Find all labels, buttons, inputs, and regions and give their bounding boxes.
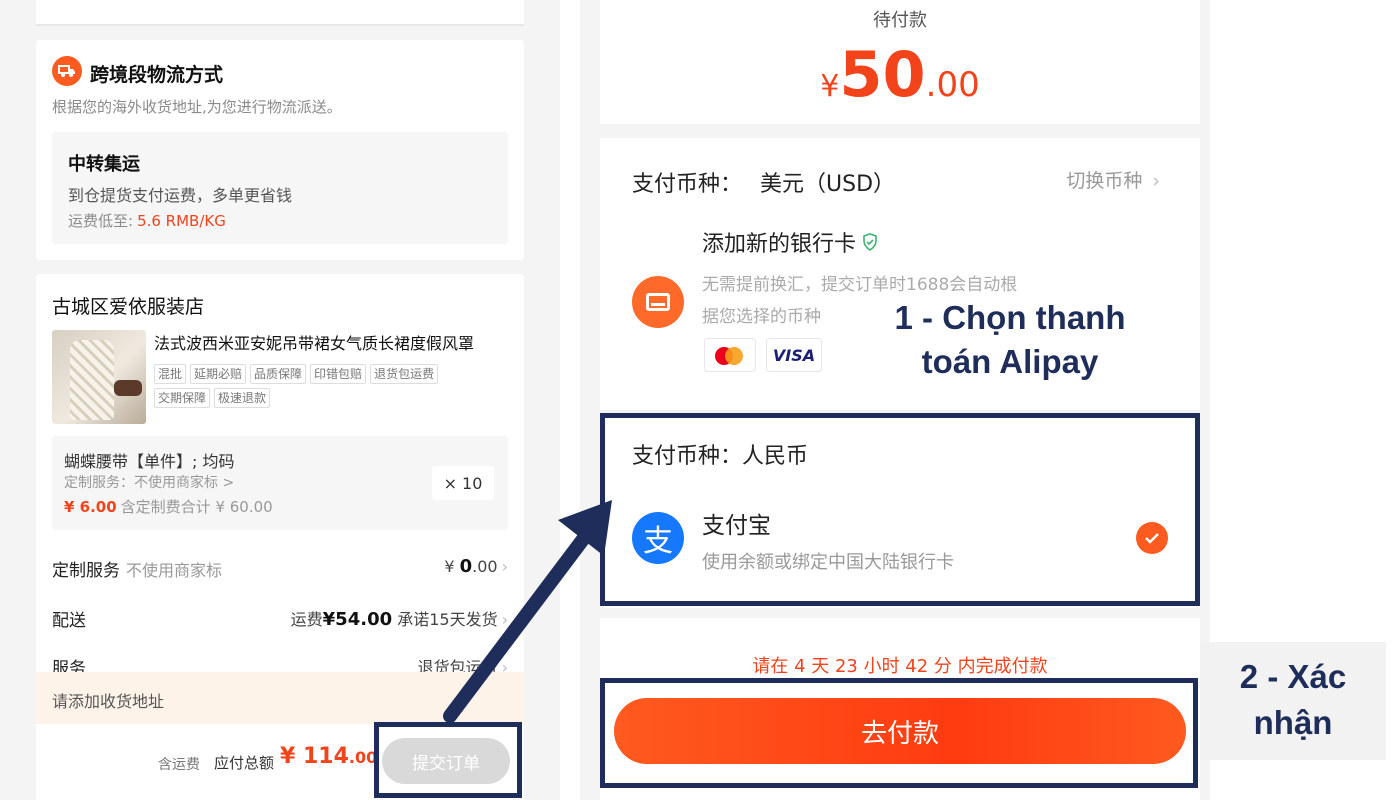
shipping-title: 跨境段物流方式 — [90, 64, 224, 86]
product-image[interactable] — [52, 330, 146, 424]
mastercard-icon — [704, 338, 756, 372]
highlight-frame-pay — [600, 678, 1198, 788]
shipping-desc: 根据您的海外收货地址,为您进行物流派送。 — [52, 98, 342, 116]
sku-box: 蝴蝶腰带【单件】; 均码 定制服务：不使用商家标 > ¥ 6.00 含定制费合计 … — [52, 436, 508, 530]
chevron-right-icon: › — [501, 610, 508, 629]
shield-check-icon — [862, 233, 878, 255]
step2-annotation: 2 - Xác nhận — [1200, 642, 1386, 760]
chevron-right-icon: › — [1152, 170, 1160, 192]
product-tags: 混批 延期必赔 品质保障 印错包赔 退货包运费 交期保障 极速退款 — [154, 364, 494, 408]
sku-name: 蝴蝶腰带【单件】; 均码 — [64, 452, 235, 471]
add-bank-card-option[interactable]: 添加新的银行卡 — [702, 226, 878, 258]
sku-total: 含定制费合计 ¥ 60.00 — [120, 498, 273, 516]
product-tag: 极速退款 — [214, 388, 271, 408]
delivery-row[interactable]: 配送 运费¥54.00 承诺15天发货 › — [52, 602, 508, 632]
add-card-desc: 无需提前换汇，提交订单时1688会自动根 — [702, 275, 1018, 295]
currency-label: 支付币种： 美元（USD） — [632, 172, 896, 197]
bank-card-icon — [632, 276, 684, 328]
visa-icon: VISA — [766, 338, 822, 372]
total-label: 应付总额 — [214, 754, 275, 772]
shipping-included-note: 含运费 — [158, 757, 200, 773]
highlight-frame-alipay — [600, 413, 1200, 606]
step1-line2: toán Alipay — [921, 343, 1099, 380]
product-tag: 交期保障 — [154, 388, 211, 408]
step2-line1: 2 - Xác — [1239, 658, 1347, 695]
step1-annotation: 1 - Chọn thanh toán Alipay — [850, 296, 1170, 406]
custom-service-value: ¥ 0.00 › — [444, 556, 508, 577]
top-card-edge — [36, 0, 524, 26]
sku-unit-price: ¥ 6.00 — [64, 498, 117, 516]
shipping-method-card: 跨境段物流方式 根据您的海外收货地址,为您进行物流派送。 中转集运 到仓提货支付… — [36, 40, 524, 260]
shipping-option-transfer[interactable]: 中转集运 到仓提货支付运费，多单更省钱 运费低至: 5.6 RMB/KG — [52, 132, 508, 244]
quantity-display[interactable]: × 10 — [432, 466, 494, 500]
product-tag: 混批 — [154, 364, 187, 384]
product-tag: 印错包赔 — [310, 364, 367, 384]
payment-amount: ¥50.00 — [820, 38, 980, 111]
switch-currency-link[interactable]: 切换币种 › — [1066, 166, 1160, 193]
product-tag: 延期必赔 — [190, 364, 247, 384]
product-title[interactable]: 法式波西米亚安妮吊带裙女气质长裙度假风罩 — [154, 330, 514, 354]
custom-service-row[interactable]: 定制服务 不使用商家标 ¥ 0.00 › — [52, 552, 508, 582]
add-address-bar[interactable]: 请添加收货地址 — [36, 672, 524, 724]
pending-label: 待付款 — [873, 10, 927, 31]
fee-label: 运费低至: — [68, 212, 134, 230]
step2-line2: nhận — [1253, 704, 1333, 741]
payment-countdown: 请在 4 天 23 小时 42 分 内完成付款 — [752, 656, 1048, 677]
custom-service-label: 定制服务 不使用商家标 — [52, 561, 223, 581]
product-tag: 退货包运费 — [370, 364, 439, 384]
shipping-option-title: 中转集运 — [68, 154, 140, 175]
fee-value: 5.6 RMB/KG — [137, 212, 226, 230]
sku-price: ¥ 6.00 含定制费合计 ¥ 60.00 — [64, 496, 273, 517]
add-card-desc: 据您选择的币种 — [702, 307, 821, 327]
sku-custom-service[interactable]: 定制服务：不使用商家标 > — [64, 472, 234, 492]
pending-payment-header: 待付款 ¥50.00 — [600, 0, 1200, 124]
shipping-option-desc: 到仓提货支付运费，多单更省钱 — [68, 186, 293, 205]
step1-line1: 1 - Chọn thanh — [894, 299, 1126, 336]
delivery-value: 运费¥54.00 承诺15天发货 › — [290, 609, 508, 630]
truck-icon — [52, 56, 82, 86]
highlight-frame-submit — [374, 722, 522, 798]
delivery-label: 配送 — [52, 611, 86, 631]
order-confirm-screen: 跨境段物流方式 根据您的海外收货地址,为您进行物流派送。 中转集运 到仓提货支付… — [0, 0, 560, 800]
shipping-option-fee: 运费低至: 5.6 RMB/KG — [68, 210, 226, 231]
chevron-right-icon: › — [501, 557, 508, 576]
product-tag: 品质保障 — [250, 364, 307, 384]
shop-name[interactable]: 古城区爱依服装店 — [52, 292, 204, 319]
total-amount: ¥ 114.00 — [280, 744, 378, 769]
